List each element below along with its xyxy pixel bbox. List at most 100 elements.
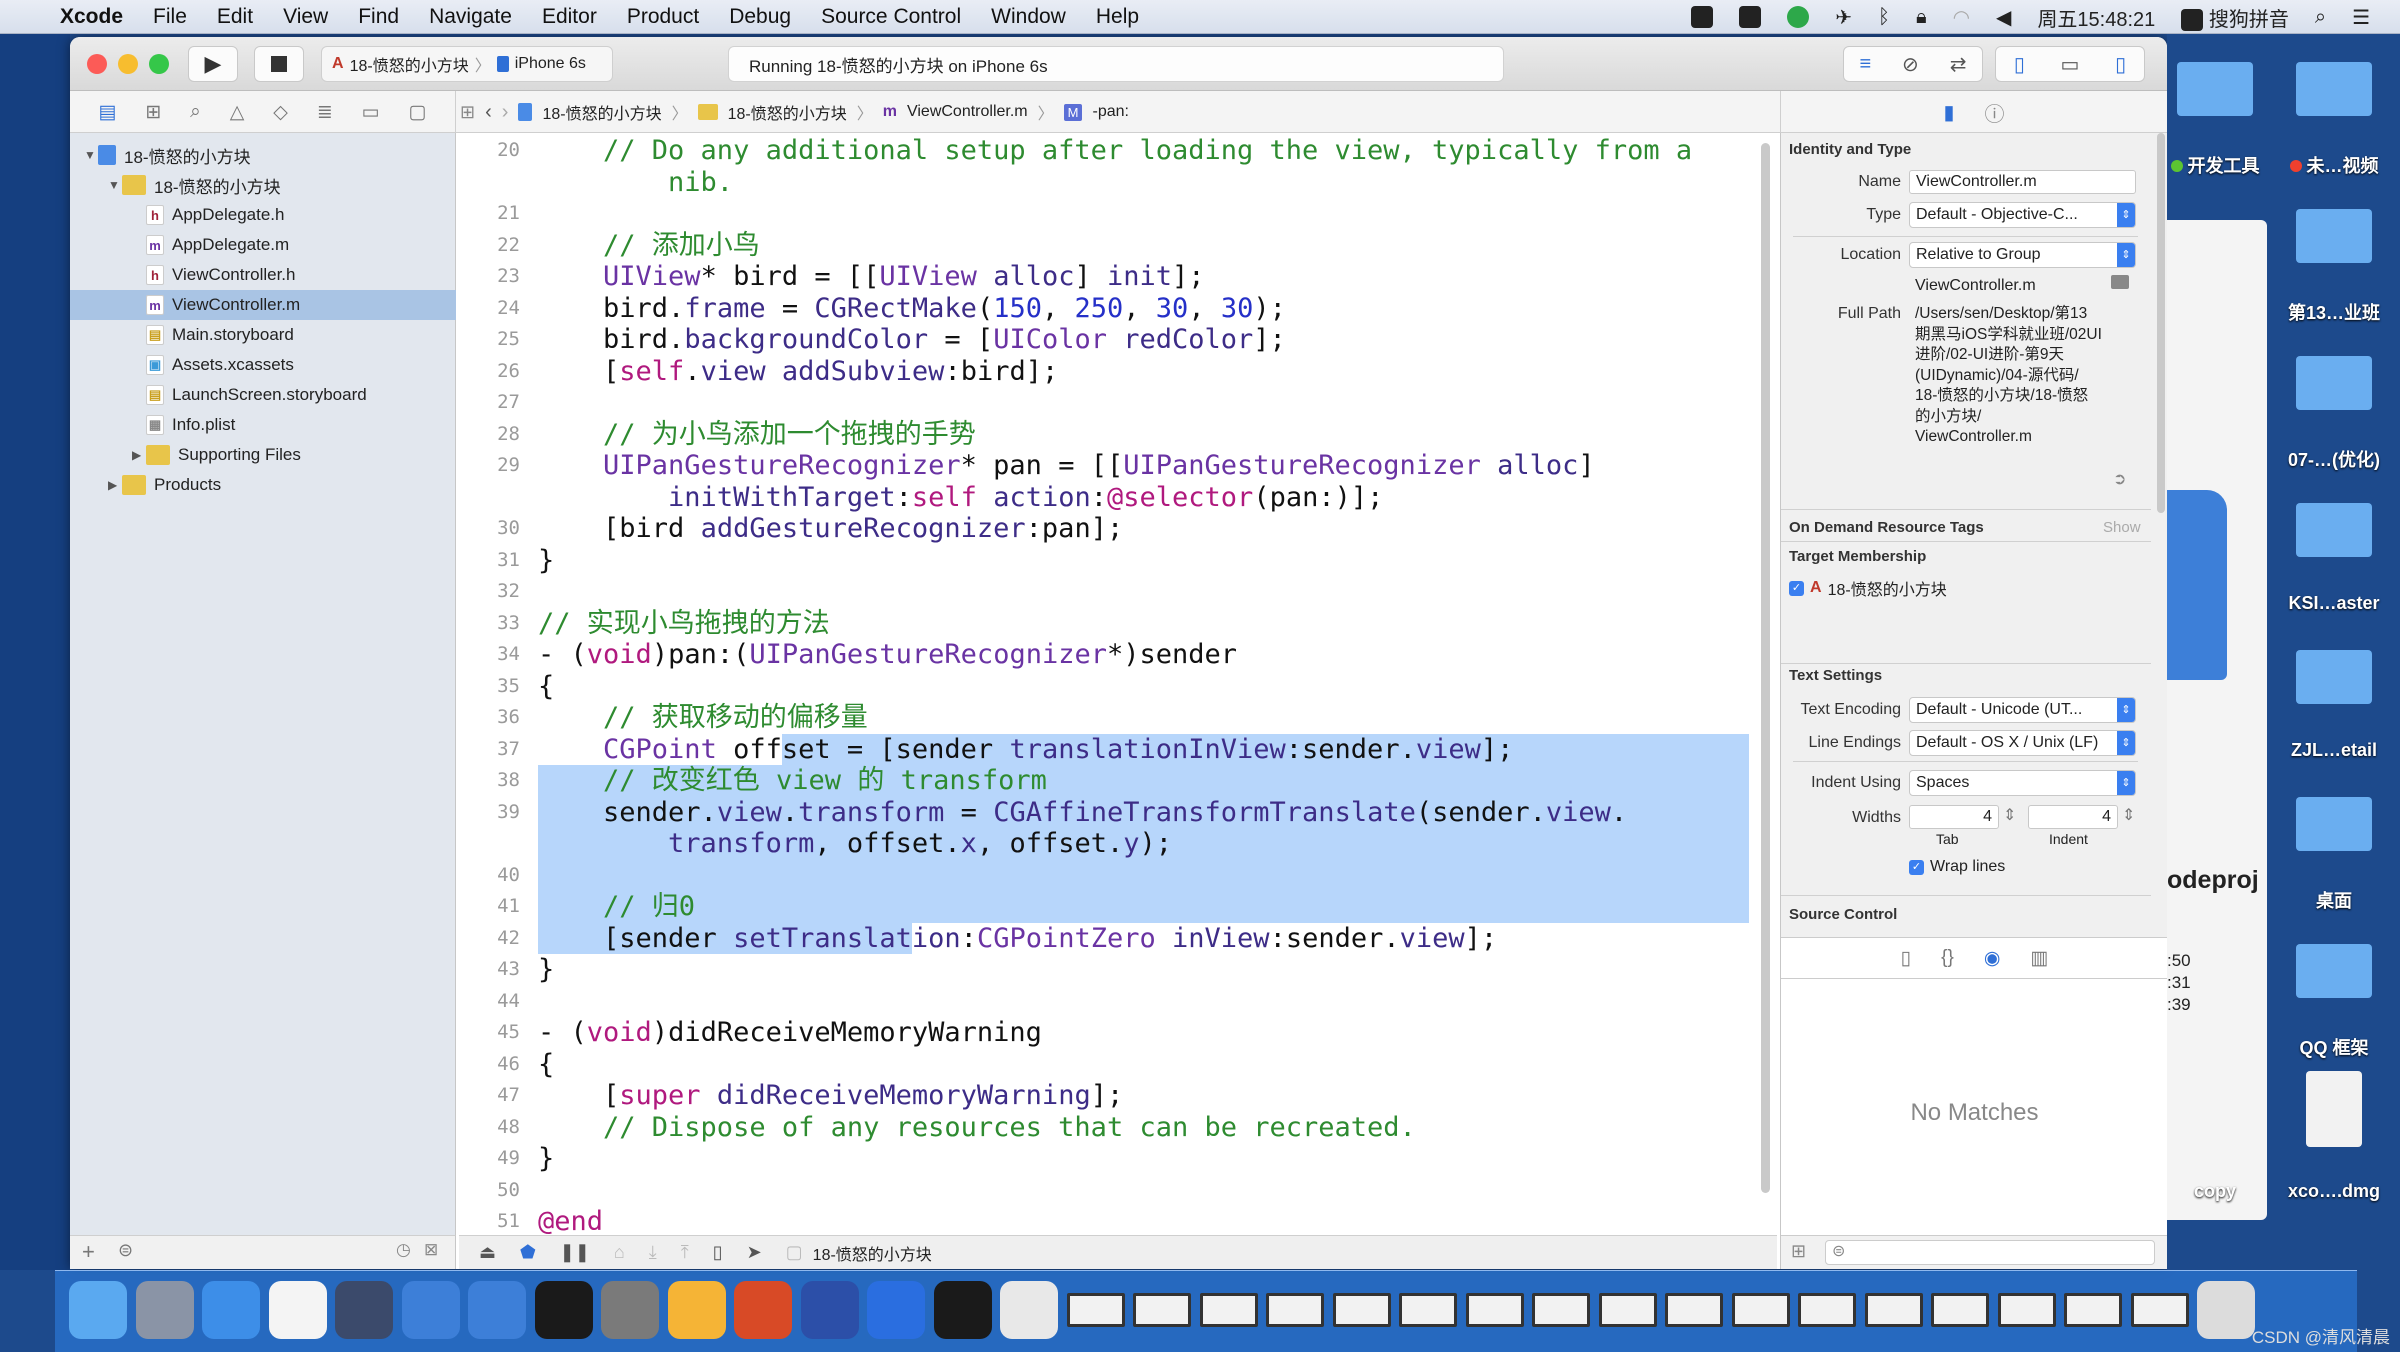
indent-width-stepper[interactable]: ⇕: [2122, 805, 2135, 825]
window-12-icon[interactable]: [1798, 1293, 1856, 1327]
code-text[interactable]: @end: [524, 1206, 1749, 1235]
line-number[interactable]: 34: [459, 639, 524, 671]
line-number[interactable]: 32: [459, 576, 524, 608]
system-preferences-icon[interactable]: [601, 1281, 659, 1339]
clock[interactable]: 周五15:48:21: [2037, 3, 2155, 32]
powerpoint-icon[interactable]: [734, 1281, 792, 1339]
window-15-icon[interactable]: [1997, 1293, 2056, 1327]
menu-view[interactable]: View: [283, 5, 328, 29]
desktop-item-label[interactable]: 07-…(优化): [2279, 446, 2389, 472]
code-lines[interactable]: 20 // Do any additional setup after load…: [459, 135, 1749, 1235]
close-button[interactable]: [87, 54, 107, 74]
player-icon[interactable]: [1787, 6, 1810, 28]
back-button[interactable]: ‹: [485, 101, 492, 124]
code-text[interactable]: - (void)pan:(UIPanGestureRecognizer *)sen…: [524, 639, 1749, 671]
code-text[interactable]: // 添加小鸟: [524, 230, 1749, 262]
code-text[interactable]: CGPoint off set = [sender translationInVi…: [524, 733, 1749, 765]
notification-center-icon[interactable]: ☰: [2352, 5, 2370, 30]
reveal-in-finder-icon[interactable]: ➲: [2113, 469, 2126, 489]
code-text[interactable]: nib.: [524, 167, 1749, 199]
navigator-item[interactable]: ▣ Assets.xcassets: [70, 350, 456, 380]
trash-icon[interactable]: [2197, 1281, 2255, 1339]
tab-width-stepper[interactable]: ⇕: [2003, 805, 2016, 825]
debug-navigator-icon[interactable]: ≣: [317, 101, 333, 124]
code-text[interactable]: [524, 986, 1749, 1018]
media-player-icon[interactable]: [1000, 1281, 1058, 1339]
imovie-icon[interactable]: [335, 1281, 393, 1339]
type-select[interactable]: Default - Objective-C... ⇕: [1909, 202, 2136, 228]
desktop-item-label[interactable]: 开发工具: [2160, 152, 2270, 178]
recent-files-icon[interactable]: ◷: [396, 1240, 411, 1260]
desktop-item-label[interactable]: KSI…aster: [2279, 593, 2389, 614]
line-number[interactable]: 49: [459, 1143, 524, 1175]
code-text[interactable]: // Dispose of any resources that can be …: [524, 1112, 1749, 1144]
encoding-select[interactable]: Default - Unicode (UT... ⇕: [1909, 697, 2136, 723]
add-icon[interactable]: +: [82, 1239, 95, 1265]
code-text[interactable]: transform, offset. x, offset. y);: [524, 828, 1749, 860]
desktop-item-label[interactable]: 未…视频: [2279, 152, 2389, 178]
navigator-item[interactable]: ▤ Main.storyboard: [70, 320, 456, 350]
console-icon[interactable]: [933, 1281, 992, 1339]
menu-debug[interactable]: Debug: [729, 5, 791, 29]
dmg-file-icon[interactable]: [2306, 1071, 2362, 1147]
scheme-selector[interactable]: A 18-愤怒的小方块 〉 iPhone 6s: [321, 46, 613, 82]
navigator-item[interactable]: ▼ 18-愤怒的小方块: [70, 140, 456, 170]
code-text[interactable]: [super didReceiveMemoryWarning];: [524, 1080, 1749, 1112]
disclosure-closed-icon[interactable]: ▶: [132, 448, 146, 462]
menu-navigate[interactable]: Navigate: [429, 5, 512, 29]
indent-width-field[interactable]: 4: [2028, 805, 2118, 829]
finder-window-partial[interactable]: odeproj :50:31:39: [2167, 220, 2267, 1220]
code-snippet-icon[interactable]: {}: [1941, 947, 1954, 969]
screen-icon[interactable]: [1691, 6, 1714, 28]
library-filter-input[interactable]: ⊜: [1825, 1240, 2155, 1265]
desktop-item-label[interactable]: copy: [2160, 1181, 2270, 1202]
line-number[interactable]: [459, 828, 524, 860]
simulate-location-icon[interactable]: ➤: [747, 1242, 762, 1263]
code-text[interactable]: bird. backgroundColor = [UIColor redColor…: [524, 324, 1749, 356]
window-14-icon[interactable]: [1931, 1293, 1989, 1327]
code-text[interactable]: // 获取移动的偏移量: [524, 702, 1749, 734]
version-editor-icon[interactable]: ⇄: [1950, 52, 1967, 77]
standard-editor-icon[interactable]: ≡: [1859, 53, 1871, 76]
folder-icon[interactable]: [2296, 209, 2372, 263]
menu-window[interactable]: Window: [991, 5, 1066, 29]
menu-xcode[interactable]: Xcode: [60, 5, 123, 29]
code-text[interactable]: [524, 859, 1749, 891]
line-number[interactable]: [459, 482, 524, 514]
code-text[interactable]: }: [524, 954, 1749, 986]
file-template-icon[interactable]: ▯: [1901, 947, 1911, 970]
desktop-item-label[interactable]: xco….dmg: [2279, 1181, 2389, 1202]
target-checkbox[interactable]: ✓: [1789, 580, 1804, 596]
menu-source-control[interactable]: Source Control: [821, 5, 961, 29]
menu-file[interactable]: File: [153, 5, 187, 29]
project-navigator-icon[interactable]: ▤: [98, 101, 116, 124]
line-number[interactable]: 50: [459, 1175, 524, 1207]
line-number[interactable]: 41: [459, 891, 524, 923]
toggle-utilities-icon[interactable]: ▯: [2115, 52, 2126, 77]
line-number[interactable]: 30: [459, 513, 524, 545]
mouse-icon[interactable]: [268, 1281, 327, 1339]
menu-help[interactable]: Help: [1096, 5, 1139, 29]
window-4-icon[interactable]: [1266, 1293, 1324, 1327]
jump-group[interactable]: 18-愤怒的小方块: [728, 100, 847, 124]
folder-icon[interactable]: [2296, 650, 2372, 704]
report-navigator-icon[interactable]: ▢: [409, 101, 427, 124]
line-number[interactable]: 47: [459, 1080, 524, 1112]
desktop-item-label[interactable]: 第13…业班: [2279, 299, 2389, 325]
code-text[interactable]: [524, 1175, 1749, 1207]
breakpoints-toggle-icon[interactable]: ⬟: [520, 1242, 536, 1263]
zoom-button[interactable]: [149, 54, 169, 74]
navigator-item[interactable]: ▶ Supporting Files: [70, 440, 456, 470]
navigator-item[interactable]: ▼ 18-愤怒的小方块: [70, 170, 456, 200]
grid-view-icon[interactable]: ⊞: [1791, 1241, 1806, 1262]
media-library-icon[interactable]: ▥: [2030, 947, 2048, 970]
line-number[interactable]: [459, 167, 524, 199]
code-text[interactable]: // 实现小鸟拖拽的方法: [524, 608, 1749, 640]
toggle-navigator-icon[interactable]: ▯: [2014, 52, 2025, 77]
menu-edit[interactable]: Edit: [217, 5, 253, 29]
menu-editor[interactable]: Editor: [542, 5, 597, 29]
folder-icon[interactable]: [2296, 797, 2372, 851]
line-number[interactable]: 42: [459, 923, 524, 955]
line-number[interactable]: 21: [459, 198, 524, 230]
code-text[interactable]: UIPanGestureRecognizer * pan = [[UIPanGes…: [524, 450, 1749, 482]
